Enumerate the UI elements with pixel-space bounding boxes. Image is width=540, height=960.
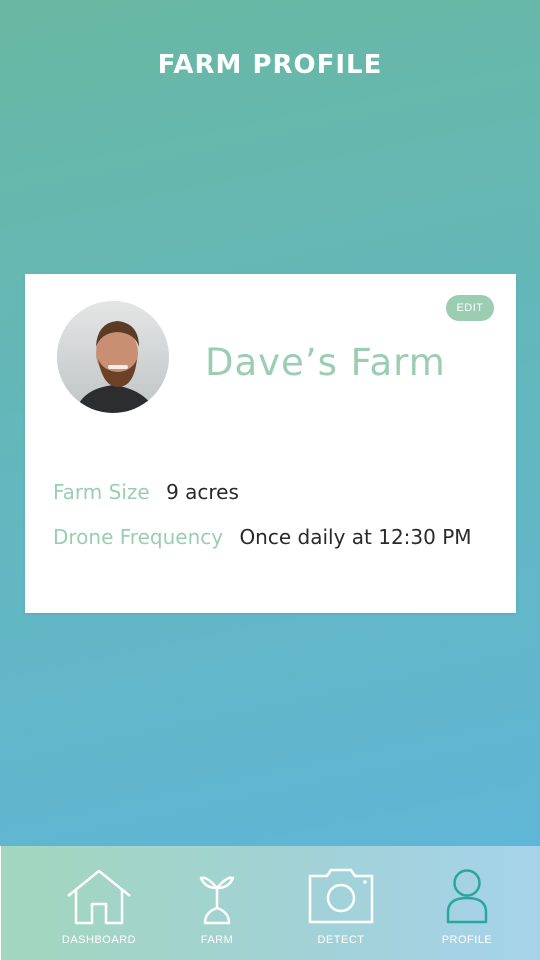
farm-profile-card: EDIT Dave’s Farm Farm Size 9 acres Drone… — [25, 274, 516, 613]
farm-size-row: Farm Size 9 acres — [53, 480, 239, 504]
farm-name: Dave’s Farm — [205, 341, 446, 384]
drone-frequency-value: Once daily at 12:30 PM — [239, 525, 472, 549]
camera-icon — [308, 868, 374, 924]
drone-frequency-row: Drone Frequency Once daily at 12:30 PM — [53, 525, 472, 549]
sprout-icon — [199, 876, 235, 925]
nav-label-farm: FARM — [200, 934, 234, 946]
avatar — [57, 301, 169, 413]
nav-item-dashboard[interactable]: DASHBOARD — [49, 846, 149, 960]
edit-button[interactable]: EDIT — [446, 295, 494, 321]
drone-frequency-label: Drone Frequency — [53, 525, 224, 549]
nav-item-farm[interactable]: FARM — [177, 846, 257, 960]
farm-size-label: Farm Size — [53, 480, 150, 504]
house-icon — [67, 869, 131, 925]
nav-label-profile: PROFILE — [441, 934, 493, 946]
bottom-navigation: DASHBOARD FARM DETECT PROFILE — [0, 846, 540, 960]
farm-size-value: 9 acres — [166, 480, 239, 504]
nav-item-profile[interactable]: PROFILE — [427, 846, 507, 960]
person-icon — [446, 869, 488, 924]
nav-item-detect[interactable]: DETECT — [301, 846, 381, 960]
nav-label-dashboard: DASHBOARD — [61, 934, 137, 946]
nav-label-detect: DETECT — [317, 934, 365, 946]
avatar-photo — [57, 301, 169, 413]
page-title: FARM PROFILE — [157, 50, 383, 80]
